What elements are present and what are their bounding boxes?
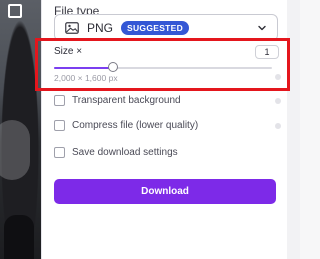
save-settings-checkbox[interactable] [54,147,65,158]
square-icon [8,4,22,18]
crown-icon [275,98,281,104]
option-row-save-settings[interactable]: Save download settings [54,147,178,158]
highlight-box [35,38,290,91]
background-photo-collar [4,215,34,259]
option-row-compress[interactable]: Compress file (lower quality) [54,120,198,131]
background-photo-face [0,120,30,180]
suggested-badge: SUGGESTED [121,20,190,35]
file-type-value: PNG [87,20,114,35]
save-settings-label: Save download settings [72,147,178,158]
transparent-checkbox[interactable] [54,95,65,106]
chevron-down-icon [258,25,266,30]
download-button[interactable]: Download [54,179,276,204]
compress-checkbox[interactable] [54,120,65,131]
image-icon [65,21,79,34]
transparent-label: Transparent background [72,95,181,106]
option-row-transparent[interactable]: Transparent background [54,95,181,106]
compress-label: Compress file (lower quality) [72,120,199,131]
file-type-select[interactable]: PNG SUGGESTED [54,14,278,41]
crown-icon [275,123,281,129]
